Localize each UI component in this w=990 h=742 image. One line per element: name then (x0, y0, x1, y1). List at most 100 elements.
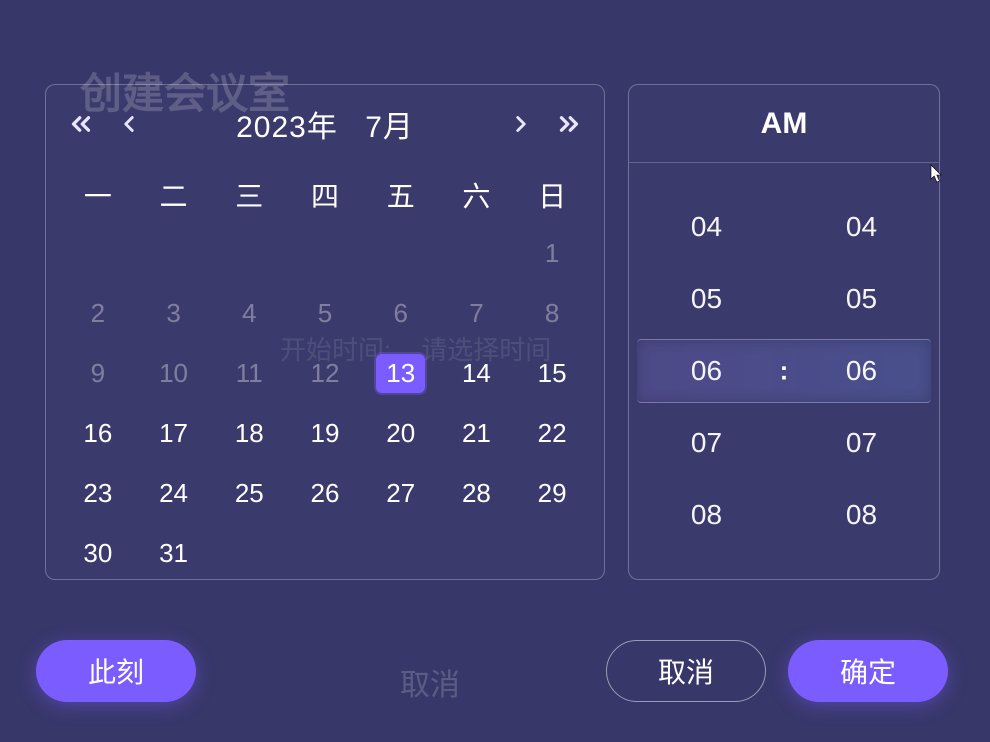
calendar-day[interactable]: 6 (363, 283, 439, 343)
calendar-week-row: 30 31 (60, 523, 590, 583)
calendar-day-number: 16 (83, 418, 112, 449)
hours-option[interactable]: 05 (691, 283, 722, 315)
calendar-day[interactable]: 10 (136, 343, 212, 403)
calendar-day[interactable]: 12 (287, 343, 363, 403)
double-chevron-right-icon (554, 109, 584, 139)
calendar-day[interactable]: 14 (439, 343, 515, 403)
calendar-week-row: 1 (60, 223, 590, 283)
chevron-right-icon (508, 111, 534, 137)
calendar-day[interactable]: 30 (60, 523, 136, 583)
calendar-day[interactable]: 16 (60, 403, 136, 463)
calendar-day-number: 31 (159, 538, 188, 569)
calendar-day[interactable]: 26 (287, 463, 363, 523)
calendar-day[interactable]: 7 (439, 283, 515, 343)
calendar-day[interactable]: 18 (211, 403, 287, 463)
calendar-day-number: 13 (376, 354, 425, 393)
calendar-day-number: 2 (91, 298, 105, 329)
minutes-option[interactable]: 08 (846, 499, 877, 531)
prev-year-button[interactable] (64, 107, 98, 141)
calendar-day-number: 29 (538, 478, 567, 509)
calendar-day[interactable]: 24 (136, 463, 212, 523)
minutes-option[interactable]: 07 (846, 427, 877, 459)
cancel-button[interactable]: 取消 (606, 640, 766, 702)
weekday-cell: 六 (439, 167, 515, 223)
hours-option[interactable]: 08 (691, 499, 722, 531)
calendar-day-number: 19 (311, 418, 340, 449)
calendar-nav-left (64, 107, 146, 141)
calendar-panel: 2023年 7月 一二三四五六日 12345678910111213141516… (45, 84, 605, 580)
calendar-day[interactable]: 17 (136, 403, 212, 463)
calendar-day[interactable]: 21 (439, 403, 515, 463)
hours-option[interactable]: 07 (691, 427, 722, 459)
calendar-day-number: 15 (538, 358, 567, 389)
calendar-day[interactable]: 5 (287, 283, 363, 343)
calendar-day-number: 17 (159, 418, 188, 449)
now-button[interactable]: 此刻 (36, 640, 196, 702)
chevron-left-icon (116, 111, 142, 137)
prev-month-button[interactable] (112, 107, 146, 141)
calendar-day[interactable]: 23 (60, 463, 136, 523)
calendar-year-label[interactable]: 2023年 (236, 111, 338, 144)
calendar-day-number: 1 (545, 238, 559, 269)
calendar-week-row: 9 10 11 12 13 14 15 (60, 343, 590, 403)
calendar-month-label[interactable]: 7月 (365, 111, 414, 144)
calendar-week-row: 16 17 18 19 20 21 22 (60, 403, 590, 463)
calendar-day-number: 20 (386, 418, 415, 449)
calendar-day[interactable]: 25 (211, 463, 287, 523)
calendar-day[interactable]: 22 (514, 403, 590, 463)
time-meridiem[interactable]: AM (629, 85, 939, 163)
calendar-day[interactable]: 1 (514, 223, 590, 283)
calendar-day[interactable]: 3 (136, 283, 212, 343)
weekday-cell: 二 (136, 167, 212, 223)
calendar-day[interactable]: 15 (514, 343, 590, 403)
calendar-day-number: 9 (91, 358, 105, 389)
calendar-day[interactable]: 11 (211, 343, 287, 403)
minutes-option[interactable]: 06 (846, 355, 877, 387)
calendar-day[interactable]: 9 (60, 343, 136, 403)
time-panel: AM : 04 05 06 07 08 04 05 06 07 08 (628, 84, 940, 580)
calendar-weekday-row: 一二三四五六日 (60, 167, 590, 223)
calendar-week-row: 2345 6 78 (60, 283, 590, 343)
calendar-day-number: 21 (462, 418, 491, 449)
calendar-day[interactable]: 8 (514, 283, 590, 343)
weekday-cell: 日 (514, 167, 590, 223)
weekday-cell: 四 (287, 167, 363, 223)
calendar-day[interactable]: 28 (439, 463, 515, 523)
calendar-day-number: 27 (386, 478, 415, 509)
calendar-day[interactable]: 13 (363, 343, 439, 403)
calendar-day[interactable]: 27 (363, 463, 439, 523)
calendar-day-number: 12 (311, 358, 340, 389)
calendar-day-number: 25 (235, 478, 264, 509)
calendar-day-number: 8 (545, 298, 559, 329)
hours-option[interactable]: 06 (691, 355, 722, 387)
calendar-day-number: 22 (538, 418, 567, 449)
calendar-day[interactable]: 4 (211, 283, 287, 343)
calendar-day-number: 11 (236, 358, 263, 389)
hours-option[interactable]: 04 (691, 211, 722, 243)
calendar-day-number: 23 (83, 478, 112, 509)
confirm-button[interactable]: 确定 (788, 640, 948, 702)
calendar-grid: 一二三四五六日 12345678910111213141516171819202… (46, 163, 604, 593)
calendar-day[interactable]: 19 (287, 403, 363, 463)
calendar-day[interactable]: 31 (136, 523, 212, 583)
weekday-cell: 三 (211, 167, 287, 223)
calendar-day[interactable]: 2 (60, 283, 136, 343)
time-body: : 04 05 06 07 08 04 05 06 07 08 (629, 163, 939, 579)
calendar-day-number: 28 (462, 478, 491, 509)
calendar-day-number: 5 (318, 298, 332, 329)
minutes-option[interactable]: 05 (846, 283, 877, 315)
calendar-day-number: 6 (393, 298, 407, 329)
double-chevron-left-icon (66, 109, 96, 139)
calendar-day-number: 24 (159, 478, 188, 509)
picker-buttons: 此刻 取消 确定 (0, 640, 990, 706)
next-month-button[interactable] (504, 107, 538, 141)
calendar-nav-right (504, 107, 586, 141)
calendar-title: 2023年 7月 (236, 102, 414, 146)
calendar-day-number: 14 (462, 358, 491, 389)
time-separator: : (780, 356, 789, 387)
next-year-button[interactable] (552, 107, 586, 141)
calendar-day[interactable]: 20 (363, 403, 439, 463)
weekday-cell: 五 (363, 167, 439, 223)
minutes-option[interactable]: 04 (846, 211, 877, 243)
calendar-day[interactable]: 29 (514, 463, 590, 523)
